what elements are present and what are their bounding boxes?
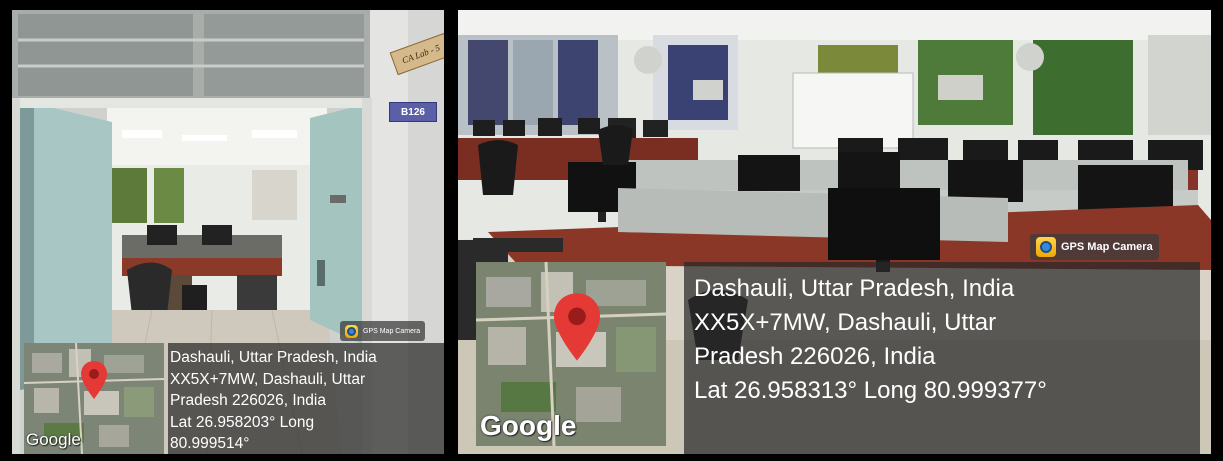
- info-line-latitude: Lat 26.958203° Long: [170, 413, 315, 431]
- google-logo-large: Google: [480, 410, 577, 441]
- gps-camera-icon-large: [1036, 237, 1056, 257]
- photo-lab-interior: GPS Map Camera Google Dashauli, Uttar Pr…: [458, 10, 1211, 454]
- map-pin-icon: [81, 361, 107, 399]
- google-logo: Google: [26, 430, 81, 449]
- info-line-place: Dashauli, Uttar Pradesh, India: [170, 349, 377, 366]
- map-thumbnail-large: Google: [476, 262, 666, 446]
- info-line-region-large: Pradesh 226026, India: [694, 343, 936, 370]
- info-line-plus-code-large: XX5X+7MW, Dashauli, Uttar: [694, 309, 997, 336]
- info-line-longitude: 80.999514°: [170, 435, 250, 452]
- location-info-box: Dashauli, Uttar Pradesh, India XX5X+7MW,…: [168, 343, 444, 454]
- map-thumbnail: Google: [24, 343, 164, 454]
- info-line-coordinates-large: Lat 26.958313° Long 80.999377°: [694, 377, 1047, 404]
- info-line-region: Pradesh 226026, India: [170, 392, 326, 409]
- info-line-place-large: Dashauli, Uttar Pradesh, India: [694, 275, 1015, 302]
- gps-map-camera-badge-large: GPS Map Camera: [1030, 234, 1159, 260]
- info-line-plus-code: XX5X+7MW, Dashauli, Uttar: [170, 370, 366, 388]
- location-info-box-large: Dashauli, Uttar Pradesh, India XX5X+7MW,…: [684, 262, 1200, 454]
- gps-badge-label-large: GPS Map Camera: [1061, 241, 1153, 253]
- gps-camera-icon: [345, 324, 358, 338]
- gps-badge-label: GPS Map Camera: [363, 327, 421, 335]
- map-pin-icon-large: [554, 293, 600, 361]
- image-frame: CA Lab - 5 B126 GPS Map Camera Google Da…: [0, 0, 1223, 461]
- room-plate: B126: [389, 102, 437, 122]
- photo-doorway: CA Lab - 5 B126 GPS Map Camera Google Da…: [12, 10, 444, 454]
- gps-map-camera-badge: GPS Map Camera: [340, 321, 426, 341]
- room-plate-text: B126: [401, 106, 425, 118]
